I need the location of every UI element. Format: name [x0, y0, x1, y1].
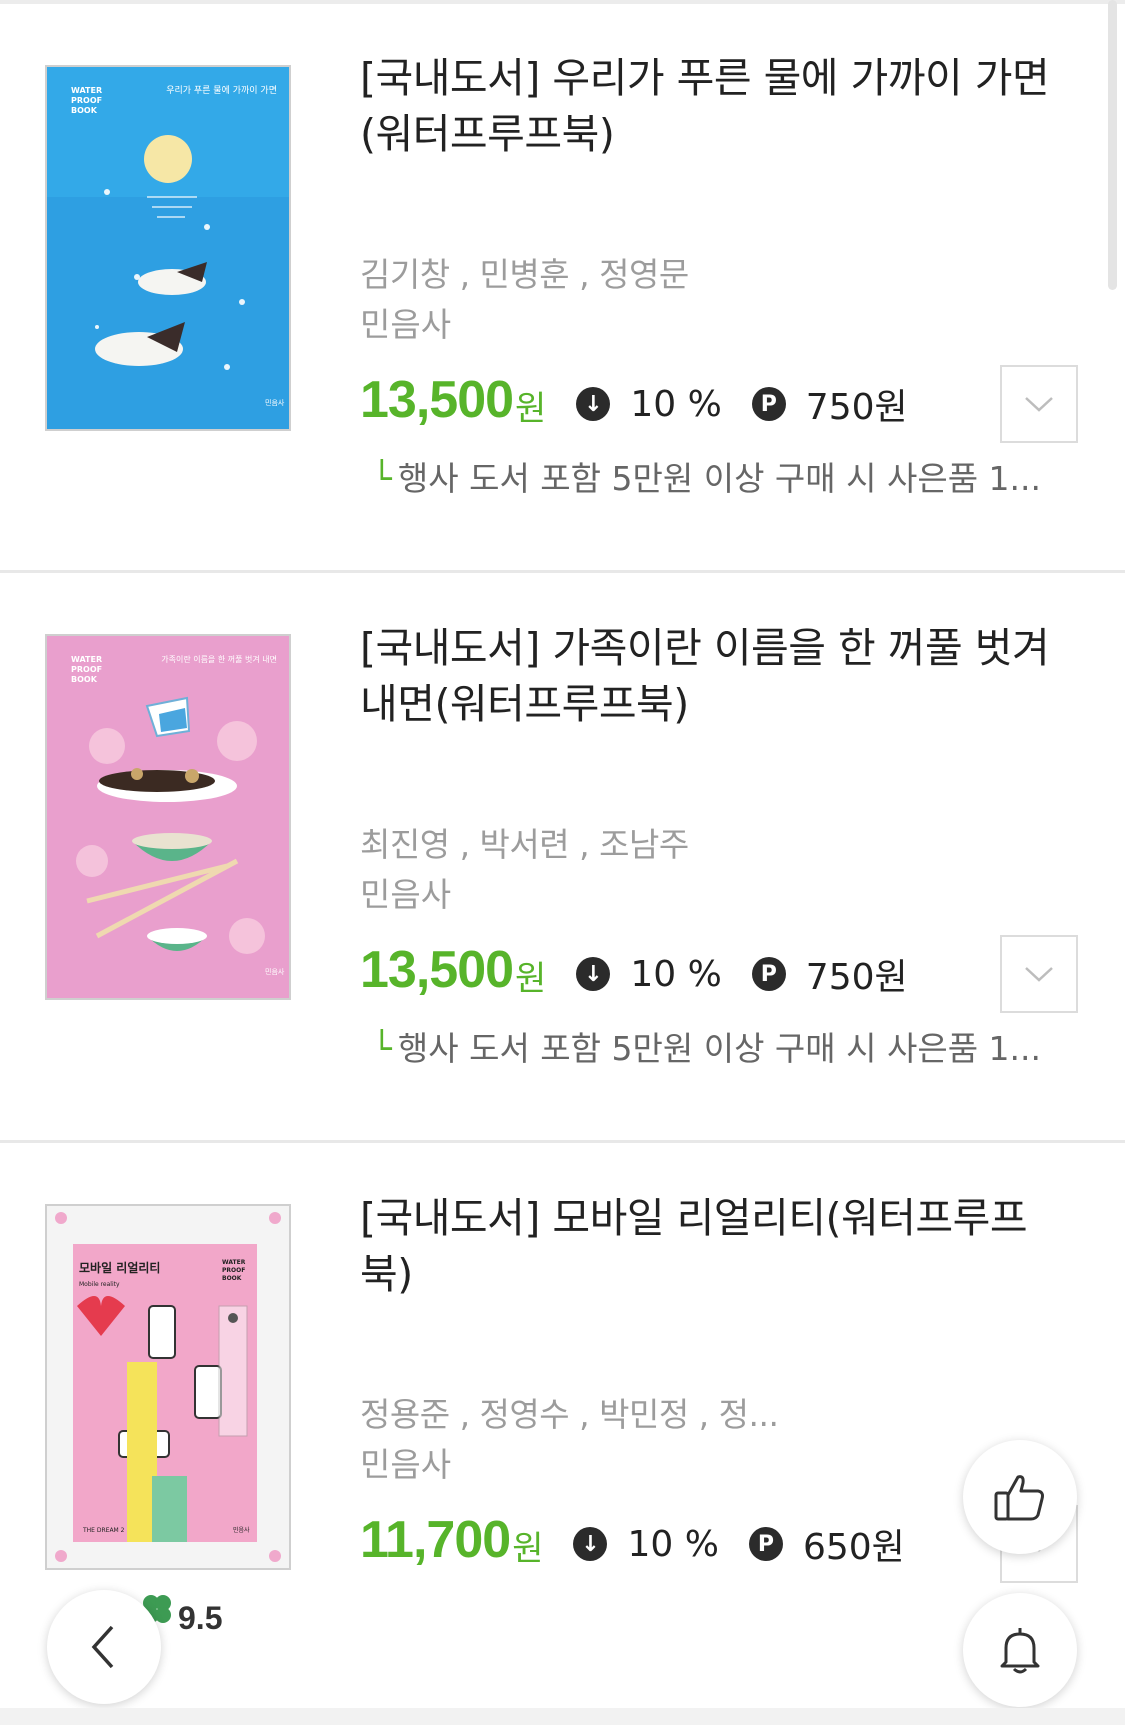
- promo-text[interactable]: └ 행사 도서 포함 5만원 이상 구매 시 사은품 1...: [372, 452, 1072, 500]
- svg-text:WATER: WATER: [222, 1259, 246, 1266]
- rating-score: 9.5: [178, 1600, 223, 1636]
- svg-text:WATER: WATER: [71, 655, 102, 664]
- bell-icon: [1000, 1628, 1040, 1674]
- book-authors: 정용준 , 정영수 , 박민정 , 정...: [360, 1395, 779, 1434]
- svg-text:BOOK: BOOK: [71, 675, 98, 684]
- svg-text:THE DREAM 2: THE DREAM 2: [82, 1527, 125, 1534]
- currency: 원: [515, 388, 547, 429]
- reward-point: 750원: [805, 387, 908, 428]
- down-arrow-circle-icon: ↓: [573, 1527, 608, 1561]
- book-title[interactable]: [국내도서] 우리가 푸른 물에 가까이 가면(워터프루프북): [360, 50, 1070, 162]
- book-cover-image[interactable]: WATER PROOF BOOK 우리가 푸른 물에 가까이 가면 민음사: [45, 65, 291, 431]
- point-p-icon: P: [751, 957, 786, 991]
- svg-text:PROOF: PROOF: [71, 96, 102, 105]
- svg-text:민음사: 민음사: [265, 398, 285, 407]
- bottom-bar: [0, 1708, 1125, 1725]
- cover-brand: WATER: [71, 86, 102, 95]
- book-publisher: 민음사: [360, 305, 452, 344]
- scrollbar[interactable]: [1108, 0, 1117, 290]
- reward-point: 750원: [805, 957, 908, 998]
- book-authors: 김기창 , 민병훈 , 정영문: [360, 255, 689, 294]
- book-cover-image[interactable]: 모바일 리얼리티 Mobile reality WATER PROOF BOOK…: [45, 1204, 291, 1570]
- expand-dropdown-button[interactable]: [1000, 365, 1078, 443]
- item-divider: [0, 1140, 1125, 1143]
- discount-rate: 10 %: [627, 1523, 719, 1565]
- item-divider: [0, 570, 1125, 573]
- currency: 원: [515, 958, 547, 999]
- svg-text:PROOF: PROOF: [71, 665, 102, 674]
- svg-text:PROOF: PROOF: [222, 1267, 245, 1274]
- reward-point: 650원: [802, 1527, 905, 1568]
- svg-text:민음사: 민음사: [265, 967, 285, 976]
- svg-text:Mobile reality: Mobile reality: [79, 1281, 120, 1288]
- price: 13,500: [360, 941, 514, 999]
- top-edge: [0, 0, 1125, 4]
- down-arrow-circle-icon: ↓: [576, 957, 611, 991]
- price: 11,700: [360, 1511, 511, 1569]
- chevron-down-icon: [1025, 967, 1053, 982]
- book-publisher: 민음사: [360, 875, 452, 914]
- svg-text:가족이란 이름을 한 꺼풀 벗겨 내면: 가족이란 이름을 한 꺼풀 벗겨 내면: [161, 654, 277, 664]
- book-publisher: 민음사: [360, 1445, 452, 1484]
- thumbs-up-icon: [994, 1475, 1044, 1521]
- alarm-button[interactable]: [963, 1593, 1077, 1707]
- point-p-icon: P: [751, 387, 786, 421]
- book-cover-image[interactable]: WATER PROOF BOOK 가족이란 이름을 한 꺼풀 벗겨 내면 민음사: [45, 634, 291, 1000]
- discount-rate: 10 %: [630, 383, 722, 425]
- book-authors: 최진영 , 박서련 , 조남주: [360, 825, 689, 864]
- book-title[interactable]: [국내도서] 모바일 리얼리티(워터프루프북): [360, 1190, 1070, 1302]
- expand-dropdown-button[interactable]: [1000, 935, 1078, 1013]
- reply-elbow-icon: └: [372, 459, 392, 498]
- price: 13,500: [360, 371, 514, 429]
- promo-text[interactable]: └ 행사 도서 포함 5만원 이상 구매 시 사은품 1...: [372, 1022, 1072, 1070]
- currency: 원: [512, 1528, 544, 1569]
- price-row: 13,500 원 ↓ 10 % P 750원: [360, 370, 908, 430]
- book-title[interactable]: [국내도서] 가족이란 이름을 한 꺼풀 벗겨 내면(워터프루프북): [360, 620, 1070, 732]
- svg-text:BOOK: BOOK: [222, 1275, 242, 1282]
- discount-rate: 10 %: [630, 953, 722, 995]
- chevron-left-icon: [91, 1625, 114, 1669]
- back-button[interactable]: [47, 1590, 161, 1704]
- svg-text:모바일 리얼리티: 모바일 리얼리티: [79, 1260, 160, 1275]
- down-arrow-circle-icon: ↓: [576, 387, 611, 421]
- price-row: 11,700 원 ↓ 10 % P 650원: [360, 1510, 905, 1570]
- svg-text:우리가 푸른 물에 가까이 가면: 우리가 푸른 물에 가까이 가면: [166, 85, 277, 96]
- like-button[interactable]: [963, 1440, 1077, 1554]
- reply-elbow-icon: └: [372, 1029, 392, 1068]
- svg-text:BOOK: BOOK: [71, 106, 98, 115]
- point-p-icon: P: [748, 1527, 783, 1561]
- price-row: 13,500 원 ↓ 10 % P 750원: [360, 940, 908, 1000]
- svg-text:민음사: 민음사: [233, 1526, 250, 1534]
- chevron-down-icon: [1025, 397, 1053, 412]
